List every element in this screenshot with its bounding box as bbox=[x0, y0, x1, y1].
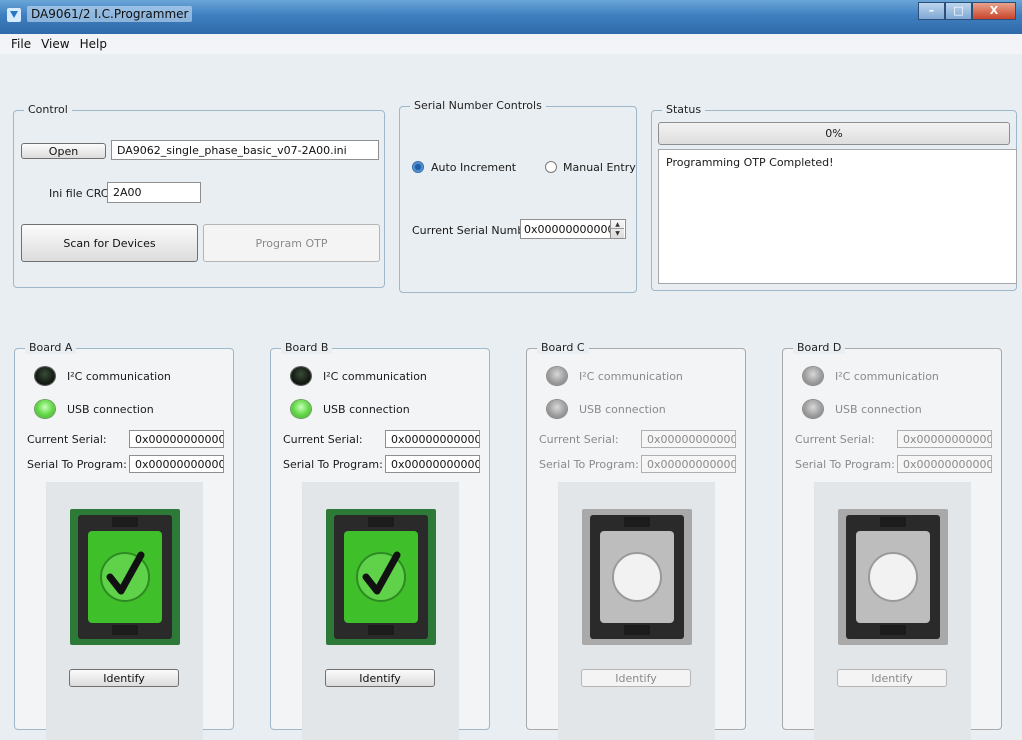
minimize-button[interactable]: – bbox=[918, 2, 945, 20]
identify-button[interactable]: Identify bbox=[69, 669, 179, 687]
current-serial-label: Current Serial: bbox=[27, 433, 107, 446]
current-serial-label: Current Serial: bbox=[539, 433, 619, 446]
board-title: Board B bbox=[281, 341, 333, 354]
board-panel-d: Board D I²C communication USB connection… bbox=[782, 341, 1002, 740]
socket-area bbox=[558, 482, 715, 740]
board-title: Board A bbox=[25, 341, 77, 354]
usb-label: USB connection bbox=[67, 403, 154, 416]
usb-status-led bbox=[547, 400, 567, 418]
socket-image bbox=[582, 509, 692, 645]
progress-bar: 0% bbox=[658, 122, 1010, 145]
current-serial-number-label: Current Serial Number bbox=[412, 224, 536, 237]
status-log: Programming OTP Completed! bbox=[658, 149, 1017, 284]
i2c-status-led bbox=[291, 367, 311, 385]
board-panel-b: Board B I²C communication USB connection… bbox=[270, 341, 490, 740]
current-serial-field[interactable]: 0x000000000000 bbox=[897, 430, 992, 448]
ini-file-field[interactable]: DA9062_single_phase_basic_v07-2A00.ini bbox=[111, 140, 379, 160]
board-title: Board C bbox=[537, 341, 589, 354]
auto-increment-label[interactable]: Auto Increment bbox=[431, 161, 516, 174]
socket-button bbox=[612, 552, 662, 602]
usb-label: USB connection bbox=[835, 403, 922, 416]
open-button[interactable]: Open bbox=[21, 143, 106, 159]
maximize-button[interactable]: □ bbox=[945, 2, 972, 20]
crc-field[interactable]: 2A00 bbox=[107, 182, 201, 203]
usb-status-led bbox=[291, 400, 311, 418]
i2c-label: I²C communication bbox=[579, 370, 683, 383]
menu-view[interactable]: View bbox=[36, 34, 74, 54]
usb-status-led bbox=[803, 400, 823, 418]
serial-to-program-label: Serial To Program: bbox=[27, 458, 127, 471]
socket-image bbox=[838, 509, 948, 645]
serial-to-program-field[interactable]: 0x000000000000 bbox=[129, 455, 224, 473]
spin-down-icon[interactable]: ▼ bbox=[611, 229, 624, 238]
identify-button[interactable]: Identify bbox=[837, 669, 947, 687]
socket-area bbox=[302, 482, 459, 740]
serial-controls-group: Serial Number Controls Auto Increment Ma… bbox=[399, 99, 637, 293]
current-serial-label: Current Serial: bbox=[283, 433, 363, 446]
usb-status-led bbox=[35, 400, 55, 418]
menu-help[interactable]: Help bbox=[75, 34, 112, 54]
board-panel-a: Board A I²C communication USB connection… bbox=[14, 341, 234, 740]
board-panel-c: Board C I²C communication USB connection… bbox=[526, 341, 746, 740]
manual-entry-label[interactable]: Manual Entry bbox=[563, 161, 636, 174]
progress-text: 0% bbox=[825, 127, 843, 140]
socket-area bbox=[46, 482, 203, 740]
socket-image bbox=[326, 509, 436, 645]
current-serial-field[interactable]: 0x000000000000 bbox=[641, 430, 736, 448]
program-otp-button[interactable]: Program OTP bbox=[203, 224, 380, 262]
serial-controls-title: Serial Number Controls bbox=[410, 99, 546, 112]
status-message: Programming OTP Completed! bbox=[666, 156, 834, 169]
i2c-label: I²C communication bbox=[67, 370, 171, 383]
auto-increment-radio[interactable] bbox=[412, 161, 424, 173]
serial-to-program-field[interactable]: 0x000000000000 bbox=[385, 455, 480, 473]
socket-area bbox=[814, 482, 971, 740]
crc-label: Ini file CRC: bbox=[49, 187, 113, 200]
control-group-title: Control bbox=[24, 103, 72, 116]
menu-bar: File View Help bbox=[0, 34, 1022, 54]
serial-to-program-field[interactable]: 0x000000000000 bbox=[897, 455, 992, 473]
status-title: Status bbox=[662, 103, 706, 116]
i2c-label: I²C communication bbox=[835, 370, 939, 383]
manual-entry-radio[interactable] bbox=[545, 161, 557, 173]
title-bar: DA9061/2 I.C.Programmer – □ X bbox=[0, 0, 1022, 34]
current-serial-label: Current Serial: bbox=[795, 433, 875, 446]
serial-to-program-field[interactable]: 0x000000000000 bbox=[641, 455, 736, 473]
spin-up-icon[interactable]: ▲ bbox=[611, 220, 624, 229]
board-title: Board D bbox=[793, 341, 846, 354]
i2c-status-led bbox=[803, 367, 823, 385]
menu-file[interactable]: File bbox=[6, 34, 36, 54]
i2c-status-led bbox=[35, 367, 55, 385]
current-serial-field[interactable]: 0x000000000000 bbox=[129, 430, 224, 448]
status-group: Status 0% Programming OTP Completed! bbox=[651, 103, 1017, 291]
close-button[interactable]: X bbox=[972, 2, 1016, 20]
current-serial-field[interactable]: 0x000000000000 bbox=[385, 430, 480, 448]
scan-devices-button[interactable]: Scan for Devices bbox=[21, 224, 198, 262]
serial-to-program-label: Serial To Program: bbox=[795, 458, 895, 471]
window-controls: – □ X bbox=[918, 2, 1016, 20]
socket-button bbox=[868, 552, 918, 602]
serial-to-program-label: Serial To Program: bbox=[539, 458, 639, 471]
socket-image bbox=[70, 509, 180, 645]
usb-label: USB connection bbox=[323, 403, 410, 416]
serial-number-spinner[interactable]: ▲ ▼ bbox=[610, 220, 624, 238]
i2c-label: I²C communication bbox=[323, 370, 427, 383]
serial-to-program-label: Serial To Program: bbox=[283, 458, 383, 471]
usb-label: USB connection bbox=[579, 403, 666, 416]
app-icon bbox=[7, 8, 21, 22]
identify-button[interactable]: Identify bbox=[581, 669, 691, 687]
control-group: Control Open DA9062_single_phase_basic_v… bbox=[13, 103, 385, 288]
current-serial-number-value: 0x000000000000 bbox=[524, 222, 622, 236]
i2c-status-led bbox=[547, 367, 567, 385]
window-title: DA9061/2 I.C.Programmer bbox=[27, 6, 193, 22]
identify-button[interactable]: Identify bbox=[325, 669, 435, 687]
